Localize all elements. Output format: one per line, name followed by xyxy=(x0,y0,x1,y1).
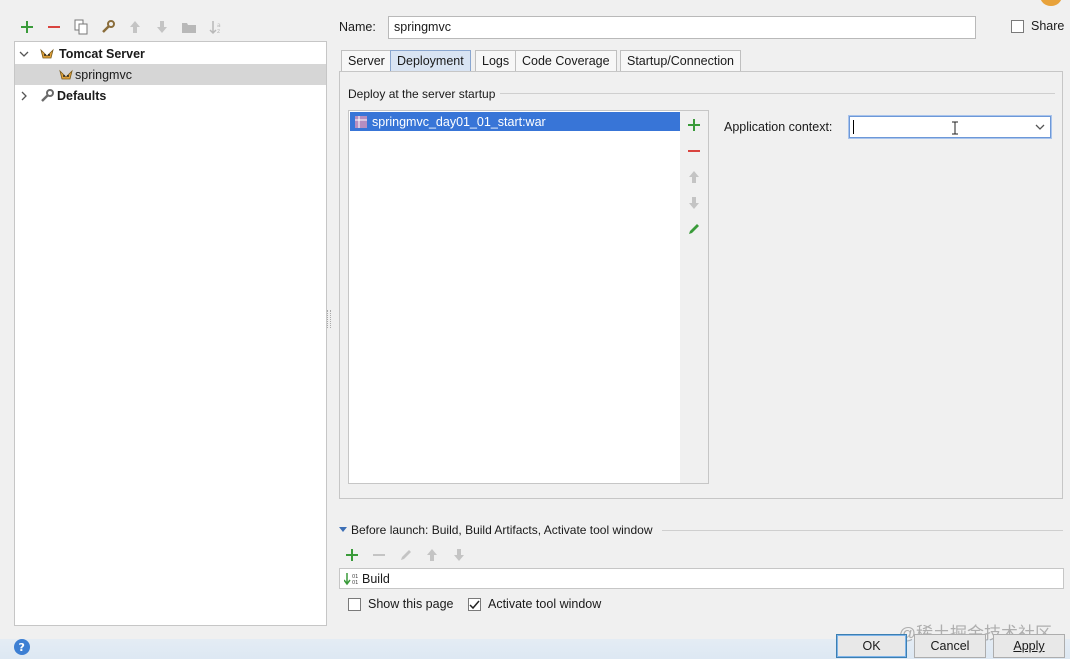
chevron-right-icon[interactable] xyxy=(19,91,29,101)
task-label: Build xyxy=(362,571,390,586)
chevron-down-icon[interactable] xyxy=(1035,123,1045,131)
pencil-icon xyxy=(689,224,699,234)
move-up-artifact-button[interactable] xyxy=(686,169,702,185)
remove-task-button[interactable] xyxy=(372,548,386,562)
copy-icon xyxy=(74,19,88,35)
remove-icon xyxy=(373,554,385,556)
tomcat-icon xyxy=(40,48,54,58)
artifact-label: springmvc_day01_01_start:war xyxy=(372,114,546,129)
build-icon: 0101 xyxy=(344,572,358,586)
move-down-icon xyxy=(454,549,464,561)
app-context-label: Application context: xyxy=(724,120,833,134)
edit-defaults-button[interactable] xyxy=(99,18,117,36)
add-artifact-button[interactable] xyxy=(686,117,702,133)
move-up-icon xyxy=(689,171,699,183)
svg-text:01: 01 xyxy=(352,580,358,586)
run-configuration-tree[interactable]: Tomcat Server springmvc Defaults xyxy=(14,41,327,626)
add-icon xyxy=(21,21,33,33)
artifact-icon xyxy=(355,115,367,128)
move-down-icon xyxy=(689,197,699,209)
move-down-artifact-button[interactable] xyxy=(686,195,702,211)
artifact-toolbar xyxy=(680,110,709,484)
tree-node-defaults[interactable]: Defaults xyxy=(15,85,326,106)
text-caret xyxy=(853,120,854,134)
show-page-checkbox[interactable] xyxy=(348,598,361,611)
tree-node-tomcat-server[interactable]: Tomcat Server xyxy=(15,43,326,64)
tab-server[interactable]: Server xyxy=(341,50,392,72)
share-label: Share xyxy=(1031,19,1065,33)
folder-button[interactable] xyxy=(180,18,198,36)
tree-node-label: Tomcat Server xyxy=(59,46,145,61)
tree-node-label: springmvc xyxy=(75,67,132,82)
ok-button[interactable]: OK xyxy=(836,634,907,658)
move-up-button[interactable] xyxy=(126,18,144,36)
remove-artifact-button[interactable] xyxy=(686,143,702,159)
pencil-icon xyxy=(401,550,411,560)
tree-node-springmvc[interactable]: springmvc xyxy=(15,64,326,85)
move-task-down-button[interactable] xyxy=(453,548,467,562)
cancel-button[interactable]: Cancel xyxy=(914,634,986,658)
move-down-icon xyxy=(157,21,167,33)
list-item[interactable]: springmvc_day01_01_start:war xyxy=(350,112,680,131)
apply-button[interactable]: Apply xyxy=(993,634,1065,658)
add-configuration-button[interactable] xyxy=(18,18,36,36)
show-page-label: Show this page xyxy=(368,597,454,611)
edit-artifact-button[interactable] xyxy=(686,221,702,237)
tab-logs[interactable]: Logs xyxy=(475,50,517,72)
remove-icon xyxy=(48,26,60,28)
chevron-down-icon[interactable] xyxy=(19,49,29,59)
deploy-section-title: Deploy at the server startup xyxy=(348,87,496,101)
folder-icon xyxy=(182,23,196,33)
name-label: Name: xyxy=(339,20,376,34)
move-up-icon xyxy=(130,21,140,33)
section-divider xyxy=(500,93,1055,94)
text-cursor-icon xyxy=(952,121,958,135)
activate-tool-window-checkbox[interactable] xyxy=(468,598,481,611)
section-divider xyxy=(662,530,1063,531)
tomcat-icon xyxy=(59,69,73,79)
add-icon xyxy=(346,549,358,561)
app-context-combobox[interactable] xyxy=(849,116,1051,138)
wrench-icon xyxy=(41,88,54,102)
apply-label: Apply xyxy=(1013,639,1045,653)
sort-button[interactable]: az xyxy=(207,18,225,36)
tab-startup-connection[interactable]: Startup/Connection xyxy=(620,50,742,72)
edit-task-button[interactable] xyxy=(399,548,413,562)
sort-icon: az xyxy=(209,21,221,35)
before-launch-task-row[interactable]: 01 01 Build xyxy=(339,568,1064,589)
add-icon xyxy=(688,119,700,131)
before-launch-title: Before launch: Build, Build Artifacts, A… xyxy=(351,523,653,537)
wrench-icon xyxy=(102,20,115,33)
remove-icon xyxy=(688,150,700,152)
svg-text:z: z xyxy=(217,28,220,35)
window-corner-badge xyxy=(1040,0,1062,6)
checkmark-icon xyxy=(469,600,480,610)
artifact-list[interactable]: springmvc_day01_01_start:war xyxy=(348,110,681,484)
tab-deployment[interactable]: Deployment xyxy=(390,50,471,72)
tab-code-coverage[interactable]: Code Coverage xyxy=(515,50,617,72)
tree-node-label: Defaults xyxy=(57,88,107,103)
svg-text:?: ? xyxy=(19,641,25,654)
move-task-up-button[interactable] xyxy=(426,548,440,562)
splitter-handle[interactable] xyxy=(327,310,331,328)
activate-tool-window-label: Activate tool window xyxy=(488,597,602,611)
triangle-down-icon[interactable] xyxy=(339,526,347,534)
move-up-icon xyxy=(427,549,437,561)
remove-configuration-button[interactable] xyxy=(45,18,63,36)
add-task-button[interactable] xyxy=(345,548,359,562)
share-checkbox[interactable] xyxy=(1011,20,1024,33)
copy-configuration-button[interactable] xyxy=(72,18,90,36)
help-icon[interactable]: ? xyxy=(13,638,31,656)
name-field[interactable]: springmvc xyxy=(388,16,976,39)
move-down-button[interactable] xyxy=(153,18,171,36)
